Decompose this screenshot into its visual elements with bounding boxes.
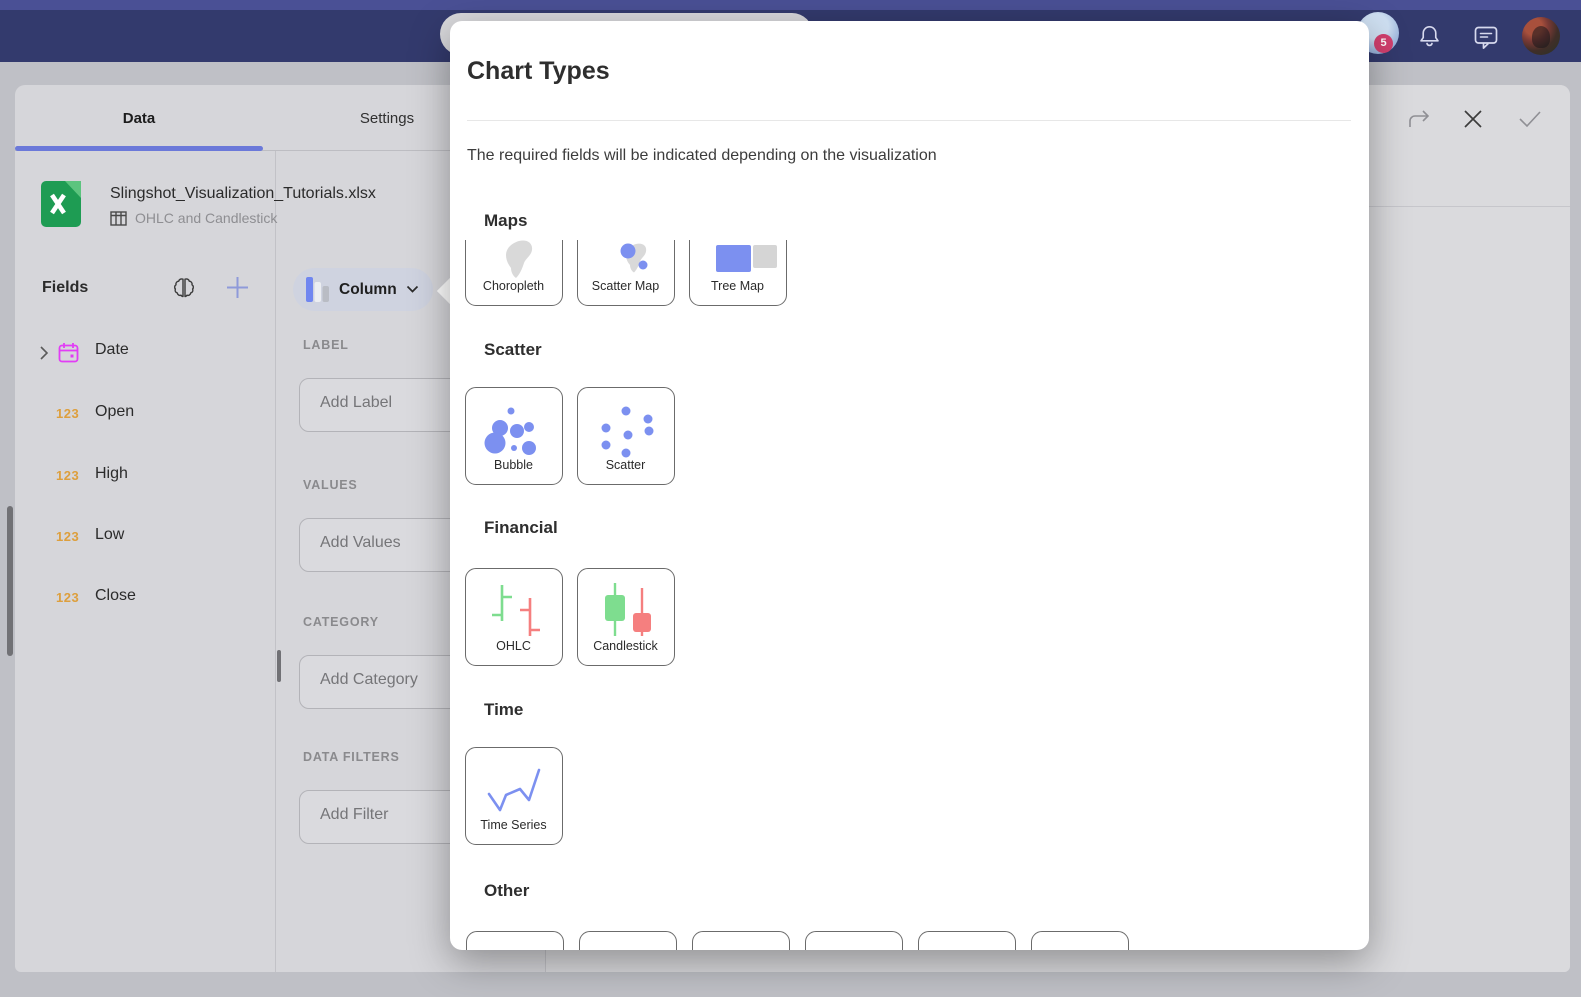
field-row-high[interactable]: 123 High bbox=[0, 465, 275, 489]
scatter-map-icon bbox=[620, 243, 648, 273]
chart-type-tile-other-5[interactable] bbox=[918, 931, 1016, 950]
close-icon[interactable] bbox=[1461, 107, 1485, 131]
field-row-low[interactable]: 123 Low bbox=[0, 526, 275, 550]
tab-data[interactable]: Data bbox=[15, 110, 263, 127]
section-heading-other: Other bbox=[484, 881, 530, 900]
notification-count-badge: 5 bbox=[1374, 34, 1393, 53]
editor-scrollbar-thumb[interactable] bbox=[277, 650, 281, 682]
chart-type-tile-tree-map[interactable]: Tree Map bbox=[689, 240, 787, 306]
check-icon[interactable] bbox=[1517, 109, 1543, 129]
panel-divider bbox=[275, 150, 276, 972]
section-heading-time: Time bbox=[484, 700, 524, 719]
candlestick-chart-icon bbox=[605, 583, 651, 636]
chart-type-tile-candlestick[interactable]: Candlestick bbox=[577, 568, 675, 666]
chart-type-tile-other-4[interactable] bbox=[805, 931, 903, 950]
chat-icon[interactable] bbox=[1472, 24, 1500, 51]
number-type-badge: 123 bbox=[56, 406, 80, 421]
chart-type-tile-time-series[interactable]: Time Series bbox=[465, 747, 563, 845]
scatter-chart-icon bbox=[601, 406, 654, 458]
number-type-badge: 123 bbox=[56, 529, 80, 544]
bubble-chart-icon bbox=[484, 407, 536, 455]
fields-panel-title: Fields bbox=[42, 279, 89, 296]
chart-type-tile-scatter[interactable]: Scatter bbox=[577, 387, 675, 485]
datasource-file-name: Slingshot_Visualization_Tutorials.xlsx bbox=[110, 185, 376, 202]
calendar-icon bbox=[58, 343, 79, 363]
chart-type-tile-other-1[interactable] bbox=[466, 931, 564, 950]
tree-map-icon bbox=[716, 245, 777, 272]
linear-gauge-icon bbox=[580, 936, 675, 950]
add-field-plus-icon[interactable] bbox=[225, 275, 250, 300]
choropleth-icon bbox=[506, 240, 533, 278]
sheet-grid-icon bbox=[110, 210, 127, 226]
bullet-graph-icon bbox=[693, 936, 788, 950]
field-row-date[interactable]: Date bbox=[0, 341, 275, 365]
topbar-accent-strip bbox=[0, 0, 1581, 10]
user-avatar[interactable] bbox=[1522, 17, 1560, 55]
bell-icon[interactable] bbox=[1416, 22, 1443, 50]
datasource-sheet: OHLC and Candlestick bbox=[110, 209, 277, 227]
sheet-name: OHLC and Candlestick bbox=[135, 210, 278, 226]
doughnut-chart-icon bbox=[1032, 936, 1127, 950]
ohlc-chart-icon bbox=[492, 585, 540, 636]
redo-icon[interactable] bbox=[1406, 107, 1432, 131]
section-heading-financial: Financial bbox=[484, 518, 558, 537]
page-scrollbar-thumb[interactable] bbox=[7, 506, 13, 656]
section-label: VALUES bbox=[303, 478, 358, 492]
section-heading-scatter: Scatter bbox=[484, 340, 542, 359]
chart-type-tile-choropleth[interactable]: Choropleth bbox=[465, 240, 563, 306]
modal-divider bbox=[467, 120, 1351, 121]
field-row-open[interactable]: 123 Open bbox=[0, 403, 275, 427]
modal-subtitle: The required fields will be indicated de… bbox=[467, 147, 937, 164]
brain-icon[interactable] bbox=[170, 275, 198, 301]
chart-type-tile-ohlc[interactable]: OHLC bbox=[465, 568, 563, 666]
modal-body: Chart Types The required fields will be … bbox=[450, 21, 1369, 950]
modal-title: Chart Types bbox=[467, 57, 610, 85]
chart-types-modal: Chart Types The required fields will be … bbox=[436, 21, 1369, 950]
number-type-badge: 123 bbox=[56, 468, 80, 483]
chart-type-tile-other-6[interactable] bbox=[1031, 931, 1129, 950]
section-heading-maps: Maps bbox=[484, 211, 528, 230]
chart-type-tile-scatter-map[interactable]: Scatter Map bbox=[577, 240, 675, 306]
chart-type-tile-other-3[interactable] bbox=[692, 931, 790, 950]
chevron-down-icon bbox=[406, 285, 418, 293]
gauge-arc-icon bbox=[919, 936, 1014, 950]
chart-type-tile-bubble[interactable]: Bubble bbox=[465, 387, 563, 485]
section-label: LABEL bbox=[303, 338, 349, 352]
section-label: DATA FILTERS bbox=[303, 750, 400, 764]
active-tab-indicator bbox=[15, 146, 263, 151]
maps-tile-row: Choropleth Scatter Map Tree Map bbox=[465, 240, 1165, 306]
field-row-close[interactable]: 123 Close bbox=[0, 587, 275, 611]
gauge-needle-icon bbox=[806, 936, 901, 950]
radial-chart-icon bbox=[467, 936, 562, 950]
number-type-badge: 123 bbox=[56, 590, 80, 605]
chart-type-dropdown[interactable]: Column bbox=[293, 268, 433, 311]
chevron-right-icon[interactable] bbox=[38, 345, 50, 361]
column-chart-icon bbox=[306, 277, 329, 302]
time-series-icon bbox=[487, 768, 541, 812]
section-label: CATEGORY bbox=[303, 615, 379, 629]
excel-file-icon bbox=[41, 181, 81, 227]
chart-type-tile-other-2[interactable] bbox=[579, 931, 677, 950]
